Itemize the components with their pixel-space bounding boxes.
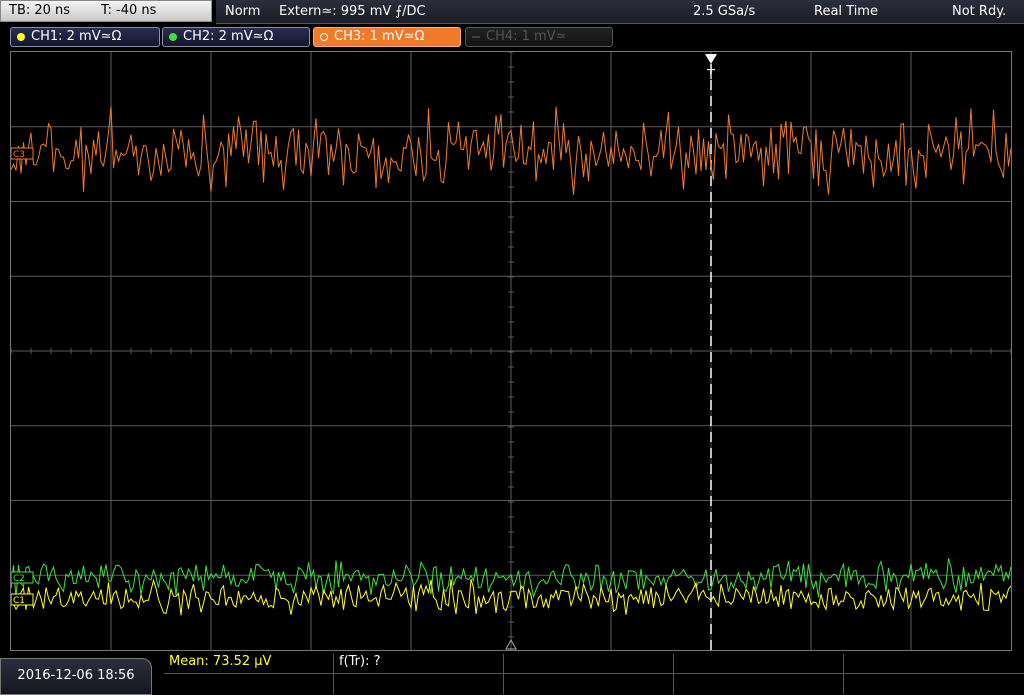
top-status-bar: TB: 20 ns T: -40 ns Norm Extern≃: 995 mV… (0, 0, 1024, 24)
acquisition-mode-label: Real Time (814, 4, 878, 19)
measurement-panel[interactable]: Mean: 73.52 μV f(Tr): ? (164, 654, 1024, 695)
channel-3-marker-label: C3 (13, 150, 25, 160)
run-status-label: Not Rdy. (952, 4, 1007, 19)
mean-measurement: Mean: 73.52 μV (169, 654, 272, 669)
channel-3-button[interactable]: CH3: 1 mV≃Ω (313, 27, 461, 47)
date-time-display: 2016-12-06 18:56 (0, 658, 152, 695)
channel-1-button[interactable]: CH1: 2 mV≃Ω (10, 27, 160, 47)
channel-1-dot-icon (17, 33, 25, 41)
channel-1-label: CH1: 2 mV≃Ω (31, 29, 122, 44)
channel-3-dot-icon (320, 33, 328, 41)
channel-bar: CH1: 2 mV≃Ω CH2: 2 mV≃Ω CH3: 1 mV≃Ω CH4:… (0, 24, 1024, 50)
bottom-bar: 2016-12-06 18:56 Mean: 73.52 μV f(Tr): ? (0, 654, 1024, 695)
channel-4-button[interactable]: CH4: 1 mV≃ (465, 27, 613, 47)
graticule (11, 52, 1011, 650)
waveform-display[interactable]: T C3 C2 C1 (10, 51, 1012, 651)
channel-2-button[interactable]: CH2: 2 mV≃Ω (162, 27, 310, 47)
channel-3-label: CH3: 1 mV≃Ω (334, 29, 425, 44)
timebase-box[interactable]: TB: 20 ns T: -40 ns (0, 0, 212, 22)
trigger-source-label: Extern≃: 995 mV ⨍/DC (279, 4, 426, 19)
channel-2-marker-label: C2 (13, 574, 25, 584)
channel-2-dot-icon (169, 33, 177, 41)
timebase-label: TB: 20 ns (9, 3, 71, 18)
trigger-frequency-measurement: f(Tr): ? (339, 654, 381, 669)
channel-3-offset-marker[interactable]: C3 (11, 147, 34, 160)
trigger-marker-glyph: T (706, 68, 715, 83)
trigger-arrow-icon (705, 54, 717, 64)
trigger-time-label: T: -40 ns (101, 3, 157, 18)
sample-rate-label: 2.5 GSa/s (693, 4, 756, 19)
acquisition-status-bar[interactable]: Norm Extern≃: 995 mV ⨍/DC 2.5 GSa/s Real… (216, 0, 1024, 24)
datetime-label: 2016-12-06 18:56 (17, 668, 135, 683)
waveform-plot: T C3 C2 C1 (11, 52, 1011, 650)
channel-4-label: CH4: 1 mV≃ (486, 29, 567, 44)
channel-2-offset-marker[interactable]: C2 (11, 571, 34, 584)
channel-2-label: CH2: 2 mV≃Ω (183, 29, 274, 44)
trigger-mode-label: Norm (225, 4, 261, 19)
channel-1-offset-marker[interactable]: C1 (11, 593, 34, 606)
channel-4-dot-icon (472, 36, 480, 38)
channel-1-marker-label: C1 (13, 596, 25, 606)
